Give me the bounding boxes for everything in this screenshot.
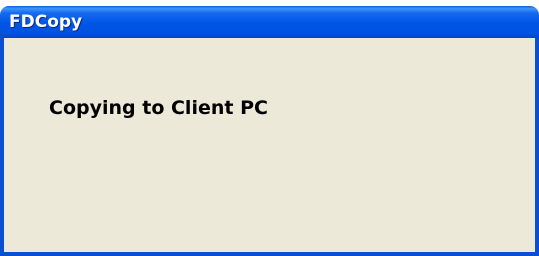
title-bar[interactable]: FDCopy — [0, 6, 539, 38]
status-message: Copying to Client PC — [49, 97, 268, 119]
fdcopy-window: FDCopy Copying to Client PC — [0, 0, 539, 256]
window-frame: Copying to Client PC — [0, 38, 539, 256]
window-title: FDCopy — [9, 12, 83, 32]
dialog-body: Copying to Client PC — [4, 38, 535, 252]
